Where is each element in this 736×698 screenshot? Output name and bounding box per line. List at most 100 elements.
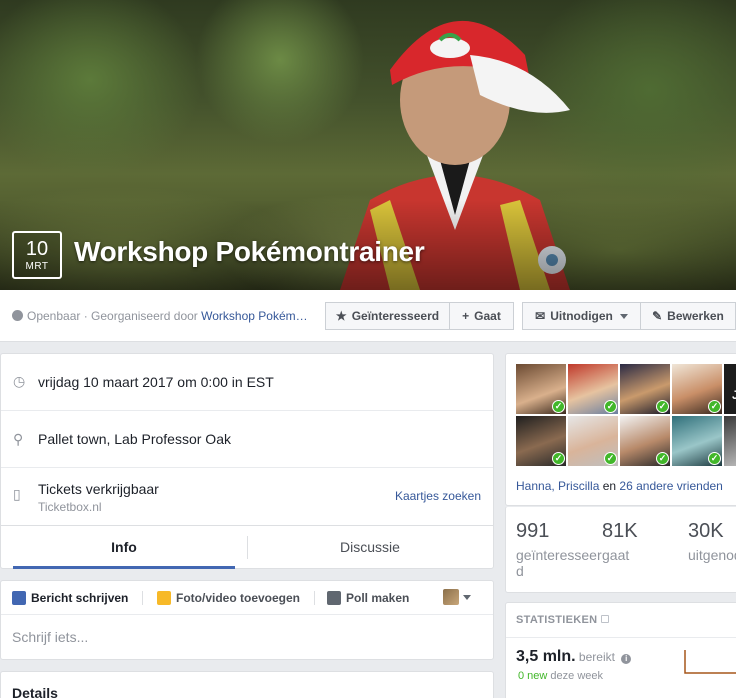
info-icon[interactable]: i [621, 654, 632, 664]
invited-stat[interactable]: 30K uitgenod [688, 519, 736, 563]
invited-count: 30K [688, 520, 724, 542]
privacy-label: Openbaar [27, 309, 81, 323]
friend-avatar[interactable]: ✓ [672, 364, 722, 414]
event-meta: Openbaar · Georganiseerd door Workshop P… [12, 309, 308, 323]
friends-going-text: Hanna, Priscilla en 26 andere vrienden [516, 479, 723, 493]
friend-initial: J [732, 388, 736, 402]
check-icon: ✓ [604, 400, 617, 413]
other-friends-link[interactable]: 26 andere vrienden [619, 479, 722, 493]
going-stat[interactable]: 81K gaat [602, 519, 638, 563]
event-action-bar: Openbaar · Georganiseerd door Workshop P… [0, 290, 736, 342]
post-composer: Bericht schrijven Foto/video toevoegen P… [0, 580, 494, 660]
event-location: Pallet town, Lab Professor Oak [38, 431, 231, 447]
new-period: deze week [550, 670, 604, 682]
new-count: 0 new [518, 670, 548, 682]
check-icon: ✓ [656, 400, 669, 413]
friend-avatar[interactable]: ✓ [516, 364, 566, 414]
add-photo-label: Foto/video toevoegen [176, 591, 301, 605]
new-this-week: 0 new deze week [518, 670, 603, 682]
interested-button[interactable]: ★ Geïnteresseerd [325, 302, 450, 330]
event-month: MRT [25, 261, 49, 272]
friend-avatar[interactable]: ✓ [620, 416, 670, 466]
chevron-down-icon[interactable] [463, 595, 471, 600]
event-info-card: ◷ vrijdag 10 maart 2017 om 0:00 in EST ⚲… [0, 353, 494, 569]
find-tickets-link[interactable]: Kaartjes zoeken [395, 489, 481, 503]
going-label: Gaat [474, 309, 501, 323]
clock-icon: ◷ [13, 373, 26, 389]
location-row: ⚲ Pallet town, Lab Professor Oak [1, 411, 493, 468]
datetime-row: ◷ vrijdag 10 maart 2017 om 0:00 in EST [1, 354, 493, 411]
composer-tabs: Bericht schrijven Foto/video toevoegen P… [1, 581, 493, 615]
write-post-tab[interactable]: Bericht schrijven [12, 591, 128, 605]
poll-tab[interactable]: Poll maken [327, 591, 409, 605]
insights-divider [506, 637, 736, 638]
edit-button[interactable]: ✎ Bewerken [640, 302, 736, 330]
composer-divider [142, 591, 143, 605]
organizer-prefix: · Georganiseerd door [83, 309, 198, 323]
write-post-label: Bericht schrijven [31, 591, 129, 605]
details-heading: Details [12, 685, 58, 698]
invited-label: uitgenod [688, 547, 736, 563]
friend-avatar[interactable]: ✓ [568, 364, 618, 414]
interested-label: geïnteresseer d [516, 547, 602, 579]
photo-icon [157, 591, 171, 605]
reach-sparkline [684, 650, 736, 674]
event-tabs: Info Discussie [1, 526, 493, 569]
going-stat-label: gaat [602, 547, 630, 563]
going-button[interactable]: + Gaat [449, 302, 514, 330]
check-icon: ✓ [552, 400, 565, 413]
poll-label: Poll maken [346, 591, 410, 605]
friend-avatar[interactable]: ✓ [516, 416, 566, 466]
check-icon: ✓ [708, 400, 721, 413]
globe-icon [12, 310, 23, 321]
going-count: 81K [602, 520, 638, 542]
interested-count: 991 [516, 520, 550, 542]
check-icon: ✓ [708, 452, 721, 465]
poll-icon [327, 591, 341, 605]
envelope-icon: ✉ [535, 309, 546, 323]
chevron-down-icon [619, 313, 628, 319]
cover-photo: 10 MRT Workshop Pokémontrainer [0, 0, 736, 290]
friends-card: ✓ ✓ ✓ ✓ J ✓ ✓ ✓ ✓ Hanna, Priscilla en 26… [505, 353, 736, 506]
tab-discussion[interactable]: Discussie [247, 526, 493, 569]
add-photo-tab[interactable]: Foto/video toevoegen [157, 591, 300, 605]
tickets-title: Tickets verkrijgbaar [38, 481, 159, 497]
tickets-row: ▯ Tickets verkrijgbaar Ticketbox.nl Kaar… [1, 468, 493, 526]
event-datetime: vrijdag 10 maart 2017 om 0:00 in EST [38, 374, 274, 390]
friend-names-link[interactable]: Hanna, Priscilla [516, 479, 599, 493]
event-day: 10 [25, 238, 49, 260]
friends-and: en [602, 479, 617, 493]
ticket-icon: ▯ [13, 486, 21, 502]
composer-divider [314, 591, 315, 605]
tickets-source: Ticketbox.nl [38, 500, 102, 514]
friend-avatar[interactable]: J [724, 364, 736, 414]
check-icon: ✓ [552, 452, 565, 465]
post-input[interactable]: Schrijf iets... [12, 629, 88, 645]
lock-icon [601, 615, 610, 623]
reach-value: 3,5 mln. [516, 648, 576, 665]
check-icon: ✓ [604, 452, 617, 465]
event-date-box: 10 MRT [12, 231, 62, 279]
check-icon: ✓ [656, 452, 669, 465]
reach-summary: 3,5 mln. bereikt i [516, 648, 632, 666]
friend-avatar[interactable] [724, 416, 736, 466]
guest-stats-card: 991 geïnteresseerd 81K gaat 30K uitgenod [505, 506, 736, 593]
interested-stat[interactable]: 991 geïnteresseer d [516, 519, 602, 579]
plus-icon: + [462, 309, 470, 323]
details-card: Details [0, 671, 494, 698]
insights-title: STATISTIEKEN [516, 614, 610, 626]
invite-label: Uitnodigen [550, 309, 613, 323]
event-title: Workshop Pokémontrainer [74, 236, 425, 267]
star-icon: ★ [335, 309, 347, 323]
tab-info[interactable]: Info [1, 526, 247, 569]
insights-card: STATISTIEKEN 3,5 mln. bereikt i 0 new de… [505, 602, 736, 698]
edit-label: Bewerken [667, 309, 724, 323]
pencil-icon: ✎ [652, 309, 663, 323]
friend-avatar[interactable]: ✓ [620, 364, 670, 414]
map-pin-icon: ⚲ [13, 431, 24, 447]
organizer-link[interactable]: Workshop Pokém… [201, 309, 307, 323]
invite-button[interactable]: ✉ Uitnodigen [522, 302, 641, 330]
friend-avatar[interactable]: ✓ [568, 416, 618, 466]
friend-avatar[interactable]: ✓ [672, 416, 722, 466]
page-avatar[interactable] [443, 589, 459, 605]
